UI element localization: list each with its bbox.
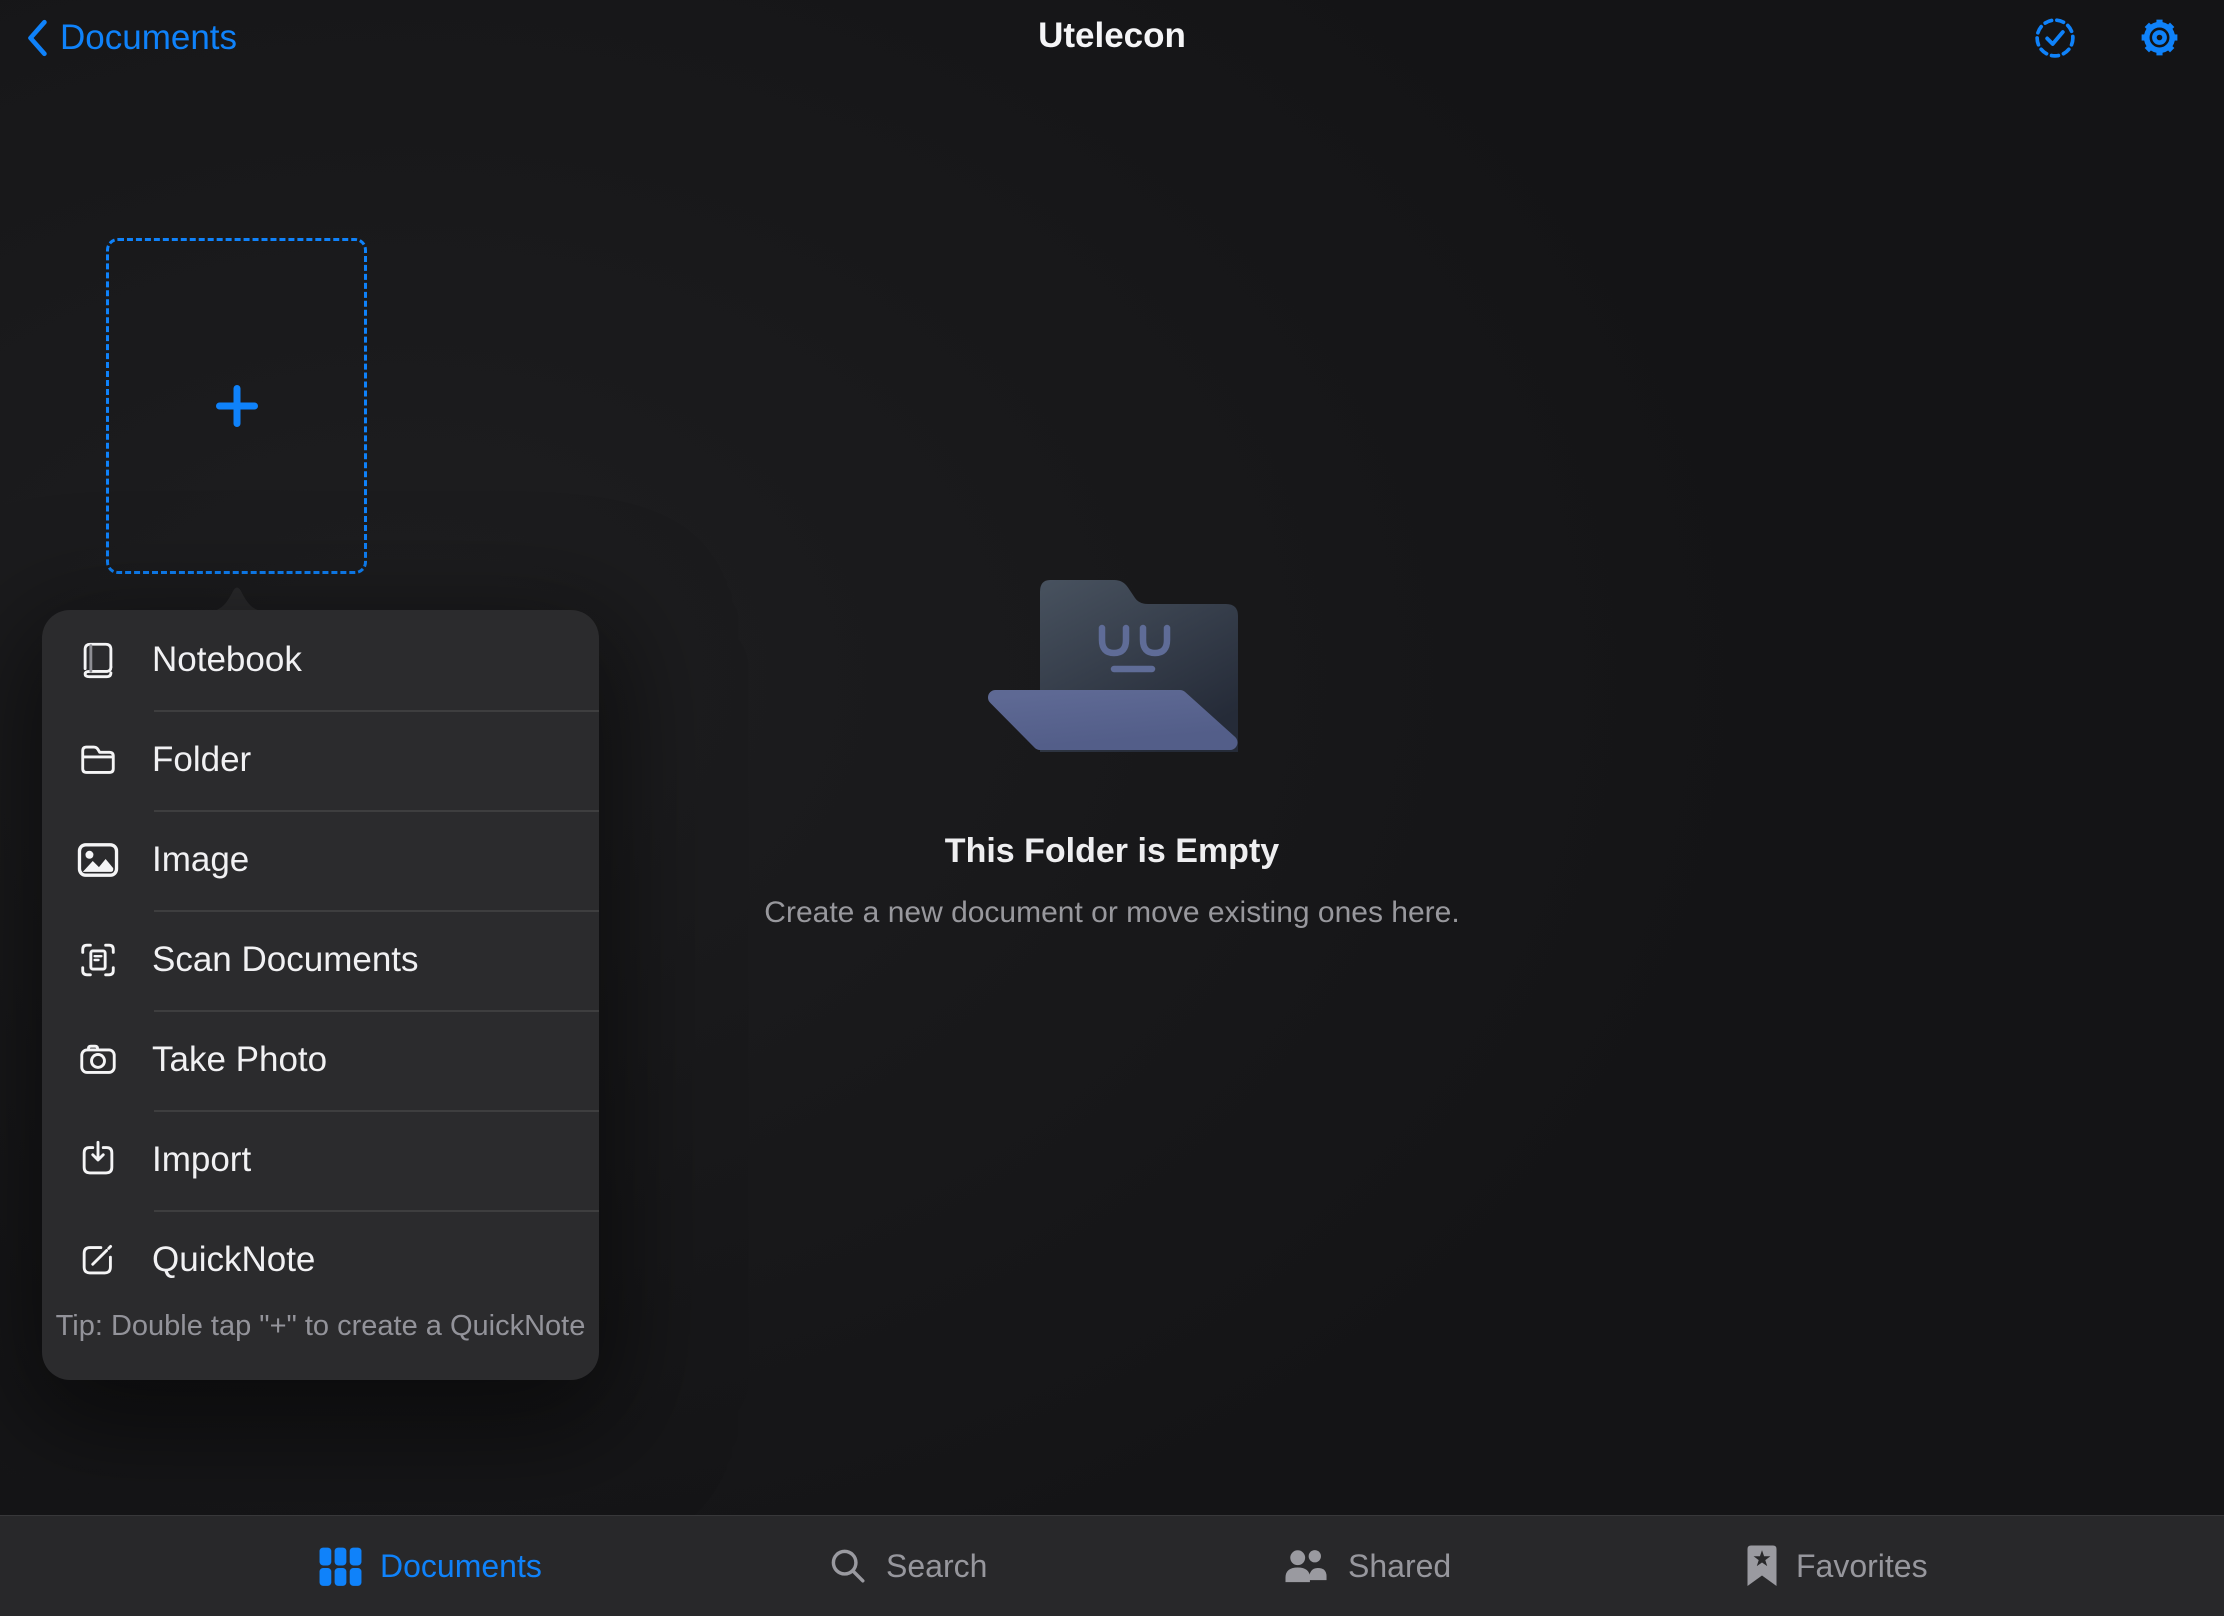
menu-item-notebook[interactable]: Notebook	[42, 610, 599, 710]
notebook-icon	[72, 639, 124, 681]
settings-gear-icon[interactable]	[2136, 14, 2183, 66]
grid-icon	[318, 1544, 363, 1589]
back-button[interactable]: Documents	[24, 12, 237, 64]
select-checkmark-icon[interactable]	[2033, 16, 2077, 65]
chevron-left-icon	[24, 17, 50, 59]
menu-item-take-photo[interactable]: Take Photo	[42, 1010, 599, 1110]
back-button-label: Documents	[60, 18, 237, 58]
menu-item-folder[interactable]: Folder	[42, 710, 599, 810]
menu-item-label: Image	[152, 840, 249, 880]
tab-label: Shared	[1348, 1548, 1451, 1585]
camera-icon	[72, 1039, 124, 1081]
menu-item-label: Scan Documents	[152, 940, 419, 980]
new-document-tile[interactable]	[106, 238, 367, 574]
new-document-menu: Notebook Folder Image	[42, 610, 599, 1380]
tab-documents[interactable]: Documents	[318, 1516, 542, 1616]
menu-tip-text: Tip: Double tap "+" to create a QuickNot…	[42, 1310, 599, 1380]
people-icon	[1282, 1545, 1331, 1588]
menu-item-label: Take Photo	[152, 1040, 327, 1080]
tab-favorites[interactable]: Favorites	[1745, 1516, 1928, 1616]
search-icon	[827, 1545, 869, 1587]
bookmark-star-icon	[1745, 1544, 1779, 1588]
plus-icon	[213, 382, 261, 430]
page-title: Utelecon	[0, 16, 2224, 56]
tab-label: Documents	[380, 1548, 542, 1585]
folder-icon	[72, 739, 124, 781]
menu-item-quicknote[interactable]: QuickNote	[42, 1210, 599, 1310]
menu-item-image[interactable]: Image	[42, 810, 599, 910]
tab-label: Search	[886, 1548, 987, 1585]
quicknote-icon	[72, 1239, 124, 1281]
tab-bar: Documents Search Shared Favorite	[0, 1515, 2224, 1616]
menu-item-label: Folder	[152, 740, 251, 780]
empty-folder-illustration	[984, 576, 1240, 761]
image-icon	[72, 841, 124, 879]
menu-item-import[interactable]: Import	[42, 1110, 599, 1210]
tab-search[interactable]: Search	[827, 1516, 987, 1616]
scan-documents-icon	[72, 939, 124, 981]
menu-item-label: Notebook	[152, 640, 302, 680]
tab-shared[interactable]: Shared	[1282, 1516, 1451, 1616]
menu-item-label: Import	[152, 1140, 251, 1180]
tab-label: Favorites	[1796, 1548, 1928, 1585]
menu-item-scan-documents[interactable]: Scan Documents	[42, 910, 599, 1010]
import-icon	[72, 1139, 124, 1181]
menu-item-label: QuickNote	[152, 1240, 315, 1280]
